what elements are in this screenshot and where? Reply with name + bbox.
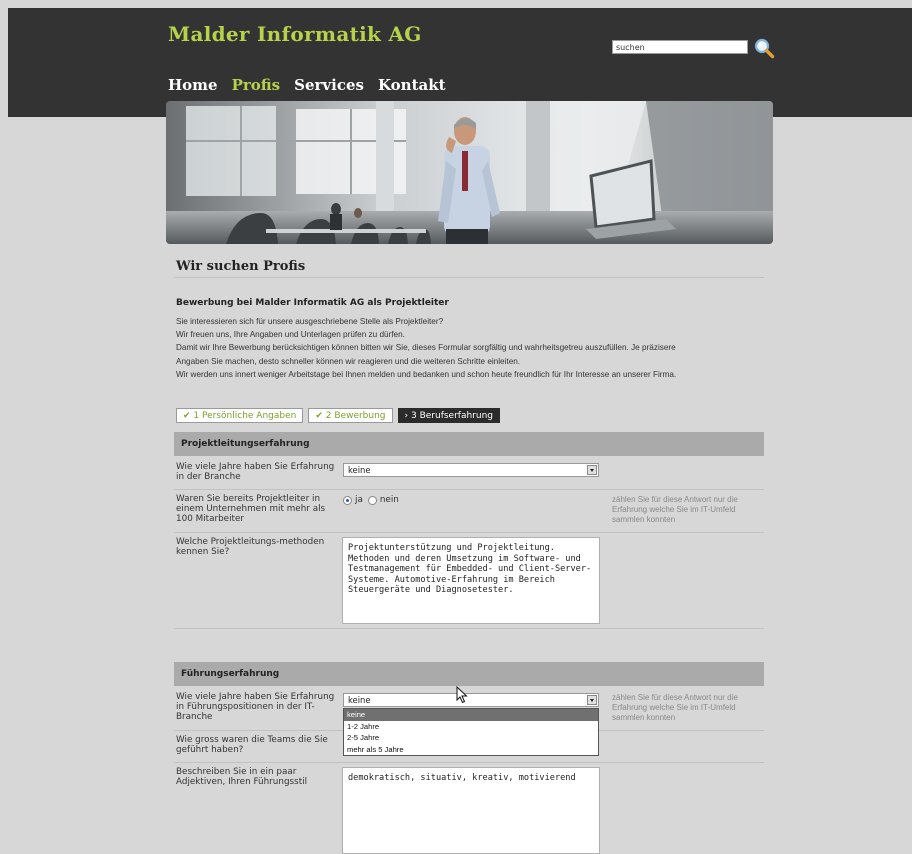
radio-ja-label: ja (355, 495, 363, 505)
fuehrung-years-label: Wie viele Jahre haben Sie Erfahrung in F… (176, 692, 335, 723)
check-icon: ✔ (183, 411, 191, 421)
intro-heading: Bewerbung bei Malder Informatik AG als P… (176, 298, 449, 308)
fuehrung-years-hint: zählen Sie für diese Antwort nur die Erf… (612, 693, 738, 722)
fuehrung-style-textarea[interactable]: demokratisch, situativ, kreativ, motivie… (342, 767, 600, 854)
projekt-leader-hint: zählen Sie für diese Antwort nur die Erf… (612, 495, 738, 524)
fuehrung-years-dropdown: keine 1-2 Jahre 2-5 Jahre mehr als 5 Jah… (343, 708, 599, 756)
page: Malder Informatik AG Home Profis Service… (8, 8, 912, 854)
projekt-years-label: Wie viele Jahre haben Sie Erfahrung in d… (176, 462, 335, 483)
row-divider (174, 628, 764, 629)
projekt-years-select[interactable]: keine (343, 463, 599, 477)
step-1[interactable]: ✔ 1 Persönliche Angaben (176, 408, 304, 423)
row-divider (174, 489, 764, 490)
projekt-leader-radios: ja nein (343, 495, 399, 505)
projekt-methods-textarea[interactable]: Projektunterstützung und Projektleitung.… (342, 537, 600, 624)
dropdown-option[interactable]: keine (344, 709, 598, 721)
step-label: 2 Bewerbung (325, 411, 386, 421)
chevron-down-icon[interactable] (587, 695, 597, 705)
step-3[interactable]: › 3 Berufserfahrung (397, 408, 501, 423)
mouse-cursor-icon (456, 686, 468, 704)
radio-nein-label: nein (379, 495, 399, 505)
check-icon: ✔ (315, 411, 323, 421)
section-header-fuehrung: Führungserfahrung (174, 662, 764, 686)
main-nav: Home Profis Services Kontakt (168, 76, 446, 94)
intro-line: Wir werden uns innert weniger Arbeitstag… (176, 369, 677, 379)
page-title: Wir suchen Profis (176, 259, 306, 274)
fuehrung-style-label: Beschreiben Sie in ein paar Adjektiven, … (176, 767, 308, 788)
step-label: 1 Persönliche Angaben (193, 411, 297, 421)
divider (174, 277, 764, 278)
row-divider (174, 762, 764, 763)
step-indicator: ✔ 1 Persönliche Angaben ✔ 2 Bewerbung › … (176, 408, 501, 423)
search-icon[interactable] (753, 37, 775, 59)
projekt-methods-label: Welche Projektleitungs-methoden kennen S… (176, 537, 325, 558)
radio-ja[interactable] (343, 495, 352, 505)
nav-services[interactable]: Services (294, 76, 364, 94)
search-input[interactable] (612, 40, 748, 54)
logo[interactable]: Malder Informatik AG (168, 22, 422, 46)
section-header-projektleitung: Projektleitungserfahrung (174, 432, 764, 456)
chevron-down-icon[interactable] (587, 465, 597, 475)
select-value: keine (348, 695, 371, 705)
select-value: keine (348, 465, 371, 475)
step-2[interactable]: ✔ 2 Bewerbung (308, 408, 393, 423)
chevron-right-icon: › (404, 411, 409, 421)
intro-line: Damit wir Ihre Bewerbung berücksichtigen… (176, 343, 676, 353)
fuehrung-years-select[interactable]: keine (343, 693, 599, 707)
header-banner-image (166, 101, 773, 244)
radio-nein[interactable] (367, 495, 377, 505)
projekt-leader-label: Waren Sie bereits Projektleiter in einem… (176, 494, 326, 525)
nav-home[interactable]: Home (168, 76, 218, 94)
intro-text: Sie interessieren sich für unsere ausges… (176, 315, 771, 381)
row-divider (174, 532, 764, 533)
main-content: Wir suchen Profis Bewerbung bei Malder I… (166, 244, 773, 854)
intro-line: Angaben Sie machen, desto schneller könn… (176, 356, 521, 366)
step-label: 3 Berufserfahrung (411, 411, 494, 421)
nav-profis[interactable]: Profis (232, 76, 281, 94)
fuehrung-team-label: Wie gross waren die Teams die Sie geführ… (176, 735, 328, 756)
dropdown-option[interactable]: mehr als 5 Jahre (344, 744, 598, 756)
intro-line: Sie interessieren sich für unsere ausges… (176, 317, 444, 326)
dropdown-option[interactable]: 2-5 Jahre (344, 732, 598, 744)
nav-kontakt[interactable]: Kontakt (378, 76, 446, 94)
intro-line: Wir freuen uns, Ihre Angaben und Unterla… (176, 330, 405, 340)
dropdown-option[interactable]: 1-2 Jahre (344, 721, 598, 733)
